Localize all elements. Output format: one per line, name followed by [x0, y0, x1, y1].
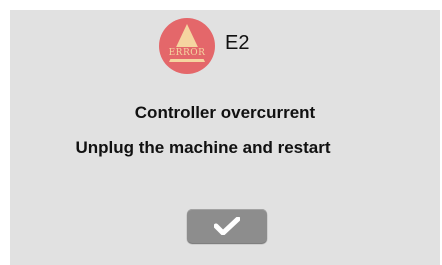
error-code: E2 [225, 32, 250, 54]
checkmark-icon [214, 217, 240, 235]
confirm-button[interactable] [187, 209, 267, 243]
error-message-title: Controller overcurrent [134, 103, 316, 122]
error-warning-icon: ERROR [159, 18, 215, 74]
error-message-instruction: Unplug the machine and restart [75, 138, 331, 157]
error-icon-text: ERROR [168, 48, 206, 58]
error-dialog: ERROR E2 Controller overcurrent Unplug t… [10, 10, 440, 265]
